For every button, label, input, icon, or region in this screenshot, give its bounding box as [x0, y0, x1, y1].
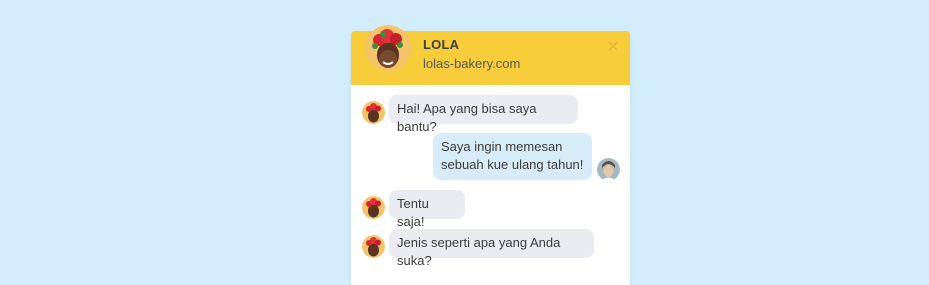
close-icon[interactable]: [607, 39, 619, 51]
message-bubble-agent: Jenis seperti apa yang Anda suka?: [389, 229, 594, 268]
user-avatar-small: [597, 158, 620, 181]
agent-avatar-small: [362, 235, 385, 258]
agent-avatar-small: [362, 101, 385, 124]
agent-avatar: [365, 25, 411, 71]
agent-name: LOLA: [423, 37, 460, 52]
agent-website: lolas-bakery.com: [423, 56, 521, 71]
agent-avatar-small: [362, 196, 385, 219]
message-bubble-user: Saya ingin memesan sebuah kue ulang tahu…: [433, 133, 592, 180]
chat-widget: LOLA lolas-bakery.com Hai! Apa yang bisa…: [351, 25, 630, 285]
message-bubble-agent: Hai! Apa yang bisa saya bantu?: [389, 95, 578, 134]
chat-header: LOLA lolas-bakery.com: [351, 25, 630, 85]
message-bubble-agent: Tentu saja!: [389, 190, 465, 229]
